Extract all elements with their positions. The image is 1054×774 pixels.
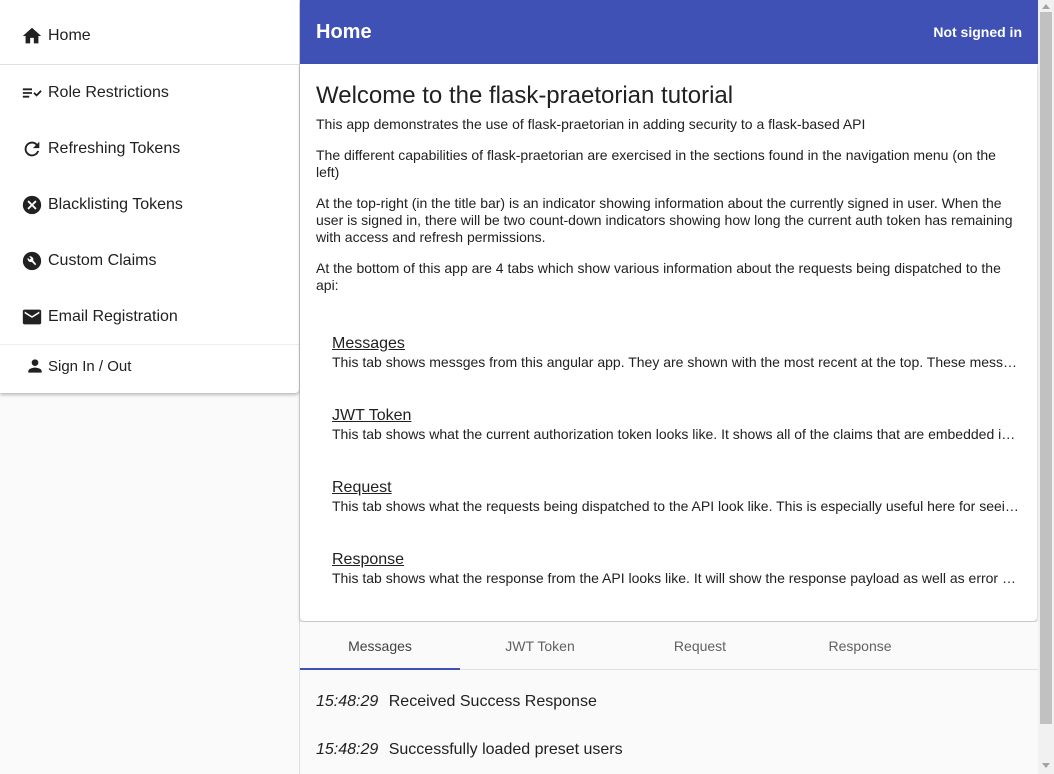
welcome-heading: Welcome to the flask-praetorian tutorial	[316, 82, 734, 109]
auth-status-indicator: Not signed in	[933, 24, 1022, 40]
sidebar-item-label: Home	[48, 27, 91, 44]
tab-request[interactable]: Request	[620, 622, 780, 670]
sidebar-item-label: Refreshing Tokens	[48, 140, 181, 157]
tab-response[interactable]: Response	[780, 622, 940, 670]
capabilities-paragraph: The different capabilities of flask-prae…	[316, 147, 996, 180]
scrollbar-thumb[interactable]	[1040, 12, 1052, 724]
scroll-up-arrow-icon[interactable]	[1042, 4, 1050, 9]
sidebar-item-home[interactable]: Home	[0, 8, 299, 64]
message-time: 15:48:29	[316, 693, 379, 710]
tab-link-request[interactable]: Request	[332, 479, 392, 497]
message-time: 15:48:29	[316, 741, 379, 758]
title-bar: Home Not signed in	[300, 0, 1038, 64]
indicator-paragraph: At the top-right (in the title bar) is a…	[316, 195, 1013, 245]
tab-description-messages: Messages This tab shows messges from thi…	[332, 335, 1022, 370]
sidebar-item-refreshing-tokens[interactable]: Refreshing Tokens	[0, 121, 299, 177]
nav-menu: Home Role Restrictions Refreshing Tokens…	[0, 0, 299, 393]
tab-description-jwt-token: JWT Token This tab shows what the curren…	[332, 407, 1022, 442]
tab-jwt-token[interactable]: JWT Token	[460, 622, 620, 670]
sidebar-item-label: Custom Claims	[48, 252, 157, 269]
tab-description-request: Request This tab shows what the requests…	[332, 479, 1022, 514]
tab-description-text: This tab shows what the response from th…	[332, 570, 1022, 586]
tabs-paragraph: At the bottom of this app are 4 tabs whi…	[316, 260, 1001, 293]
refresh-icon	[20, 137, 44, 161]
cancel-icon	[20, 193, 44, 217]
tab-description-response: Response This tab shows what the respons…	[332, 551, 1022, 586]
person-icon	[24, 355, 46, 377]
checklist-icon	[20, 81, 44, 105]
scrollbar[interactable]	[1038, 0, 1054, 774]
tab-description-text: This tab shows what the current authoriz…	[332, 426, 1022, 442]
wrench-icon	[20, 249, 44, 273]
tab-link-messages[interactable]: Messages	[332, 335, 405, 353]
tab-messages[interactable]: Messages	[300, 622, 460, 670]
message-text: Received Success Response	[388, 693, 597, 710]
sidebar-item-label: Blacklisting Tokens	[48, 196, 183, 213]
tab-link-response[interactable]: Response	[332, 551, 404, 569]
message-item: 15:48:29 Received Success Response	[316, 693, 597, 711]
tab-description-text: This tab shows messges from this angular…	[332, 354, 1022, 370]
page-title: Home	[316, 20, 372, 43]
sign-in-out-button[interactable]: Sign In / Out	[0, 344, 299, 388]
tab-description-text: This tab shows what the requests being d…	[332, 498, 1022, 514]
sidebar-item-label: Email Registration	[48, 308, 178, 325]
sign-in-out-label: Sign In / Out	[48, 357, 132, 375]
sidebar-item-email-registration[interactable]: Email Registration	[0, 289, 299, 345]
welcome-card: Welcome to the flask-praetorian tutorial…	[300, 64, 1037, 621]
sidebar-item-custom-claims[interactable]: Custom Claims	[0, 233, 299, 289]
intro-paragraph: This app demonstrates the use of flask-p…	[316, 116, 866, 132]
active-tab-indicator	[300, 668, 460, 670]
message-text: Successfully loaded preset users	[388, 741, 623, 758]
sidebar-item-blacklisting-tokens[interactable]: Blacklisting Tokens	[0, 177, 299, 233]
info-tabs: Messages JWT Token Request Response	[300, 622, 1038, 670]
tab-link-jwt-token[interactable]: JWT Token	[332, 407, 411, 425]
home-icon	[20, 24, 44, 48]
message-item: 15:48:29 Successfully loaded preset user…	[316, 741, 623, 759]
sidebar-item-role-restrictions[interactable]: Role Restrictions	[0, 65, 299, 121]
sidebar-item-label: Role Restrictions	[48, 84, 169, 101]
mail-icon	[20, 305, 44, 329]
scroll-down-arrow-icon[interactable]	[1042, 763, 1050, 768]
sidebar: Home Role Restrictions Refreshing Tokens…	[0, 0, 300, 774]
